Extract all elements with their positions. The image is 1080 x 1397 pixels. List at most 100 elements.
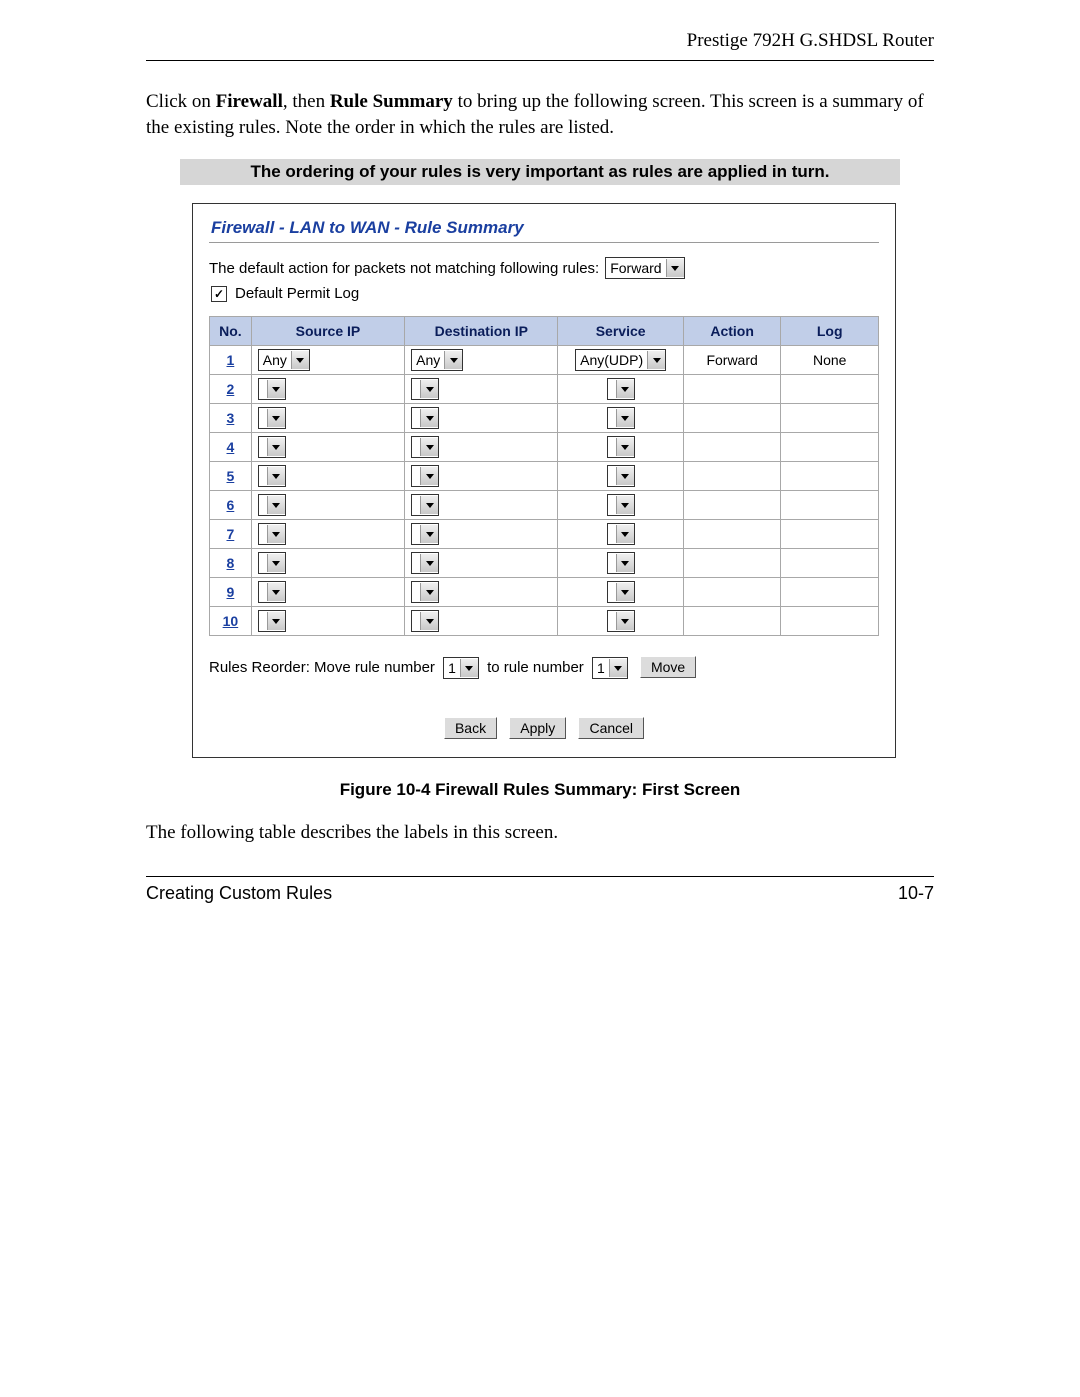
cell-log (781, 520, 879, 549)
rule-link[interactable]: 2 (227, 381, 235, 397)
rules-table: No. Source IP Destination IP Service Act… (209, 316, 879, 636)
default-action-select[interactable]: Forward (605, 257, 684, 279)
rule-link[interactable]: 9 (227, 584, 235, 600)
cell-act (683, 462, 781, 491)
page-footer: Creating Custom Rules 10-7 (146, 883, 934, 904)
panel-buttons: Back Apply Cancel (209, 717, 879, 739)
cell-log: None (781, 346, 879, 375)
cell-select[interactable] (258, 494, 286, 516)
cell-select[interactable] (607, 523, 635, 545)
rule-link[interactable]: 4 (227, 439, 235, 455)
footer-rule (146, 876, 934, 877)
cell-select[interactable]: Any (258, 349, 310, 371)
figure-caption: Figure 10-4 Firewall Rules Summary: Firs… (146, 780, 934, 800)
rule-link[interactable]: 10 (223, 613, 239, 629)
cell-no: 6 (210, 491, 252, 520)
move-button[interactable]: Move (640, 656, 696, 678)
table-row: 6 (210, 491, 879, 520)
cell-dst: Any (405, 346, 558, 375)
cell-dst (405, 375, 558, 404)
cell-select[interactable] (607, 494, 635, 516)
cell-select[interactable] (258, 610, 286, 632)
chevron-down-icon (444, 351, 462, 369)
back-button[interactable]: Back (444, 717, 497, 739)
cell-select[interactable] (258, 523, 286, 545)
table-row: 7 (210, 520, 879, 549)
chevron-down-icon (267, 467, 285, 485)
permit-log-row: ✓ Default Permit Log (211, 285, 879, 302)
cancel-button[interactable]: Cancel (578, 717, 644, 739)
cell-select[interactable] (258, 407, 286, 429)
page-header: Prestige 792H G.SHDSL Router (146, 30, 934, 52)
cell-select[interactable] (411, 552, 439, 574)
chevron-down-icon (267, 438, 285, 456)
cell-select-value: Any(UDP) (576, 352, 647, 368)
cell-no: 10 (210, 607, 252, 636)
table-row: 1AnyAnyAny(UDP)ForwardNone (210, 346, 879, 375)
chevron-down-icon (267, 612, 285, 630)
default-action-row: The default action for packets not match… (209, 257, 879, 279)
intro-bold-rulesummary: Rule Summary (330, 91, 453, 112)
panel-separator (209, 242, 879, 243)
cell-select[interactable] (411, 581, 439, 603)
cell-select[interactable]: Any(UDP) (575, 349, 666, 371)
rule-link[interactable]: 1 (227, 352, 235, 368)
rule-link[interactable]: 5 (227, 468, 235, 484)
cell-select[interactable] (411, 378, 439, 400)
cell-select[interactable] (258, 465, 286, 487)
cell-select-value: Any (259, 352, 291, 368)
cell-act (683, 404, 781, 433)
cell-select[interactable] (258, 581, 286, 603)
cell-select[interactable]: Any (411, 349, 463, 371)
rule-link[interactable]: 7 (227, 526, 235, 542)
chevron-down-icon (616, 496, 634, 514)
cell-select[interactable] (607, 552, 635, 574)
cell-select[interactable] (411, 610, 439, 632)
rule-link[interactable]: 3 (227, 410, 235, 426)
cell-no: 4 (210, 433, 252, 462)
rule-link[interactable]: 6 (227, 497, 235, 513)
cell-select[interactable] (607, 465, 635, 487)
cell-log (781, 404, 879, 433)
cell-select[interactable] (607, 378, 635, 400)
chevron-down-icon (616, 467, 634, 485)
cell-act (683, 607, 781, 636)
cell-select[interactable] (411, 465, 439, 487)
cell-log (781, 375, 879, 404)
firewall-panel: Firewall - LAN to WAN - Rule Summary The… (192, 203, 896, 758)
rule-link[interactable]: 8 (227, 555, 235, 571)
cell-log (781, 433, 879, 462)
cell-log (781, 491, 879, 520)
cell-no: 7 (210, 520, 252, 549)
cell-select[interactable] (607, 407, 635, 429)
intro-paragraph: Click on Firewall, then Rule Summary to … (146, 89, 934, 140)
cell-select[interactable] (411, 523, 439, 545)
chevron-down-icon (267, 496, 285, 514)
cell-select[interactable] (258, 436, 286, 458)
chevron-down-icon (420, 525, 438, 543)
cell-src (251, 549, 404, 578)
chevron-down-icon (420, 467, 438, 485)
chevron-down-icon (420, 583, 438, 601)
cell-select[interactable] (411, 494, 439, 516)
cell-select[interactable] (607, 610, 635, 632)
cell-srv (558, 462, 683, 491)
chevron-down-icon (267, 554, 285, 572)
cell-select[interactable] (411, 407, 439, 429)
apply-button[interactable]: Apply (509, 717, 566, 739)
chevron-down-icon (420, 554, 438, 572)
cell-log (781, 578, 879, 607)
cell-select[interactable] (258, 378, 286, 400)
cell-select[interactable] (607, 581, 635, 603)
cell-select[interactable] (411, 436, 439, 458)
chevron-down-icon (616, 438, 634, 456)
reorder-to-select[interactable]: 1 (592, 657, 628, 679)
cell-select[interactable] (607, 436, 635, 458)
cell-select-value: Any (412, 352, 444, 368)
permit-log-checkbox[interactable]: ✓ (211, 286, 227, 302)
reorder-from-select[interactable]: 1 (443, 657, 479, 679)
cell-no: 5 (210, 462, 252, 491)
th-srv: Service (558, 317, 683, 346)
cell-select[interactable] (258, 552, 286, 574)
table-row: 8 (210, 549, 879, 578)
